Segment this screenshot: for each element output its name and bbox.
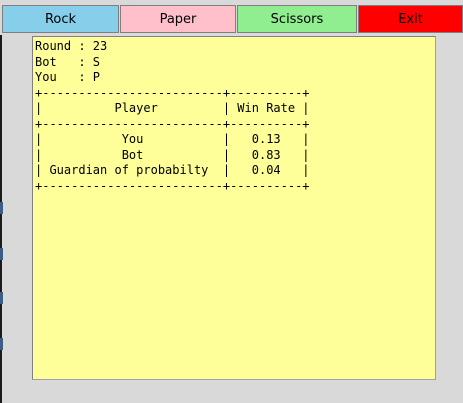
exit-button[interactable]: Exit [358, 5, 463, 33]
game-output-textarea[interactable]: Round : 23 Bot : S You : P +---------------… [32, 36, 436, 380]
bot-move-line: Bot : S [35, 54, 101, 69]
table-row: | Guardian of probabilty | 0.04 | [35, 163, 310, 177]
table-row: | You | 0.13 | [35, 132, 310, 146]
player-move-line: You : P [35, 70, 101, 84]
table-header-row: | Player | Win Rate | [35, 101, 310, 115]
scissors-button[interactable]: Scissors [237, 5, 357, 33]
table-header-separator: +-------------------------+----------+ [35, 116, 310, 131]
game-output-text: Round : 23 Bot : S You : P +---------------… [35, 39, 435, 194]
left-edge-marker [0, 248, 3, 260]
button-bar: Rock Paper Scissors Exit [0, 0, 463, 35]
left-edge-marker [0, 202, 3, 214]
paper-button[interactable]: Paper [120, 5, 236, 33]
left-edge-marker [0, 338, 3, 350]
round-line: Round : 23 [35, 39, 108, 53]
table-border-top: +-------------------------+----------+ [35, 85, 310, 100]
left-edge-marker [0, 292, 3, 304]
rock-button[interactable]: Rock [2, 5, 119, 33]
table-row: | Bot | 0.83 | [35, 147, 310, 162]
table-border-bottom: +-------------------------+----------+ [35, 178, 310, 193]
